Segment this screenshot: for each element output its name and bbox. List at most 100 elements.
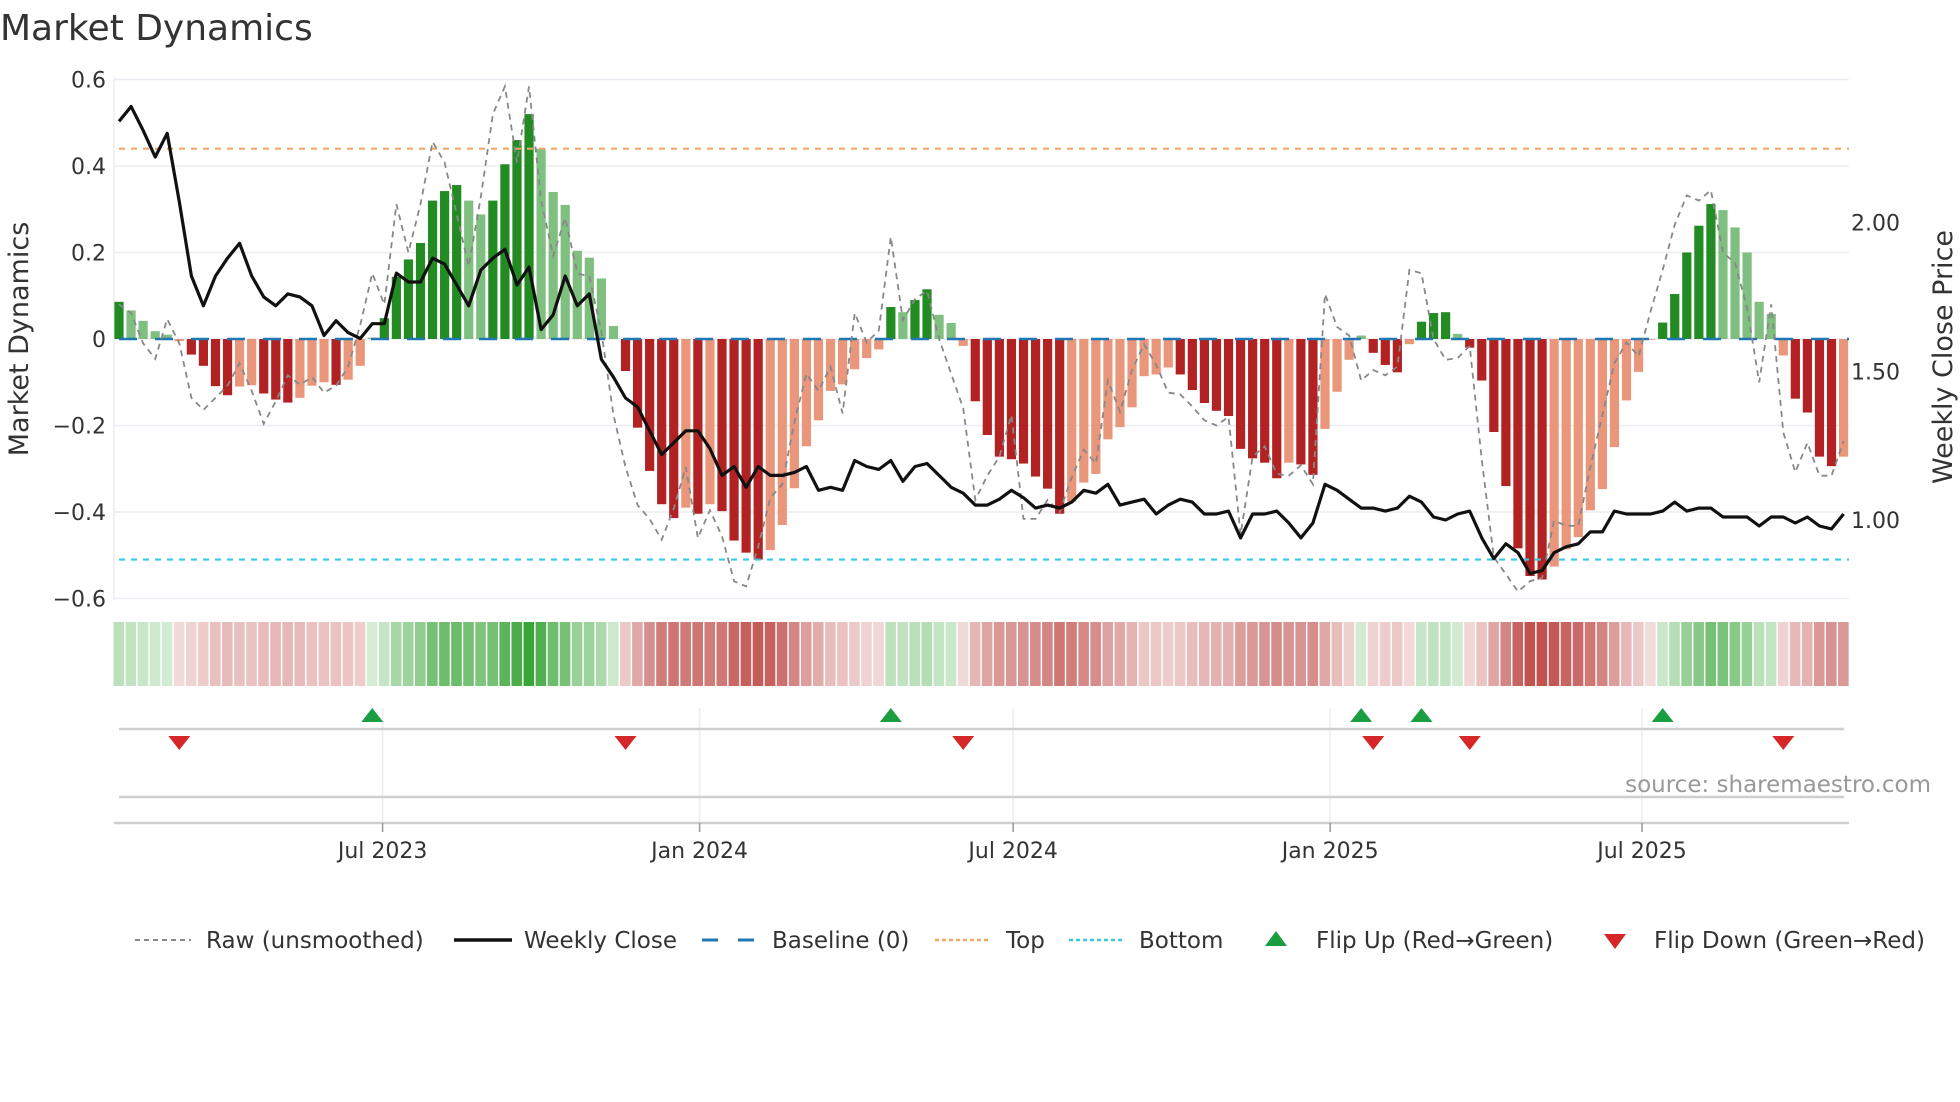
- heat-cell: [258, 622, 269, 686]
- flip-up-marker: [1651, 708, 1674, 722]
- heat-cell: [800, 622, 812, 686]
- heat-cell: [1777, 622, 1789, 686]
- heat-cell: [354, 622, 366, 686]
- heat-cell: [583, 622, 595, 686]
- bar: [1489, 339, 1499, 432]
- legend-flip-down-icon: [1604, 934, 1626, 949]
- heat-cell: [1440, 622, 1451, 686]
- heat-cell: [1174, 622, 1186, 686]
- heat-cell: [342, 622, 354, 686]
- bar: [1380, 339, 1390, 365]
- legend-label: Top: [1005, 928, 1045, 954]
- heat-cell: [366, 622, 378, 686]
- bar: [657, 339, 667, 505]
- bar: [1272, 339, 1282, 479]
- bar: [1235, 339, 1246, 449]
- heat-cell: [1186, 622, 1198, 686]
- bar: [801, 339, 812, 447]
- bar: [1260, 339, 1270, 463]
- heat-cell: [1150, 622, 1162, 686]
- bar: [1525, 339, 1535, 577]
- heat-cell: [1030, 622, 1041, 686]
- legend-item: Bottom: [1069, 928, 1223, 954]
- flip-up-marker: [361, 708, 384, 722]
- bar: [946, 322, 956, 339]
- heat-cell: [1126, 622, 1138, 686]
- heat-cell: [149, 622, 161, 686]
- heat-cell: [1271, 622, 1282, 686]
- legend-label: Weekly Close: [524, 928, 677, 954]
- heat-cell: [788, 622, 800, 686]
- heat-cell: [209, 622, 221, 686]
- legend-label: Bottom: [1139, 928, 1223, 954]
- bar: [403, 259, 414, 339]
- heat-cell: [1307, 622, 1319, 686]
- legend-label: Flip Up (Red→Green): [1316, 928, 1553, 954]
- heat-cell: [680, 622, 691, 686]
- x-tick-label: Jan 2024: [649, 839, 748, 864]
- heat-cell: [1621, 622, 1632, 686]
- bar: [1802, 339, 1812, 413]
- flip-up-marker: [879, 708, 902, 722]
- heat-cell: [439, 622, 450, 686]
- heat-cell: [1403, 622, 1415, 686]
- bar: [464, 200, 474, 339]
- x-tick-label: Jul 2023: [336, 839, 428, 864]
- bar: [1030, 339, 1041, 477]
- legend-flip-up-icon: [1265, 931, 1287, 946]
- heat-cell: [1657, 622, 1668, 686]
- heat-cell: [1355, 622, 1367, 686]
- bar: [1754, 301, 1764, 339]
- heat-cell: [571, 622, 583, 686]
- heat-cell: [1608, 622, 1620, 686]
- heat-cell: [1693, 622, 1704, 686]
- heat-cell: [1343, 622, 1355, 686]
- flip-down-marker: [1772, 736, 1795, 750]
- heat-cell: [1512, 622, 1524, 686]
- heat-cell: [451, 622, 462, 686]
- y-tick-label: −0.4: [53, 501, 106, 526]
- bars: [114, 114, 1849, 580]
- bar: [620, 339, 631, 372]
- heat-cell: [885, 622, 896, 686]
- bar: [1585, 339, 1595, 511]
- bar: [1609, 339, 1620, 448]
- bar: [295, 339, 305, 398]
- heat-cell: [837, 622, 848, 686]
- bar: [1187, 339, 1197, 391]
- heat-cell: [246, 622, 257, 686]
- heat-cell: [1283, 622, 1294, 686]
- x-tick-label: Jul 2024: [966, 839, 1058, 864]
- legend-item: Flip Up (Red→Green): [1265, 928, 1553, 954]
- bar: [1151, 339, 1161, 375]
- heat-cell: [234, 622, 245, 686]
- heat-cell: [197, 622, 209, 686]
- bar: [1284, 339, 1294, 463]
- bar: [1573, 339, 1583, 538]
- heat-cell: [1078, 622, 1089, 686]
- heat-cell: [185, 622, 197, 686]
- flip-down-marker: [168, 736, 191, 750]
- bar: [1223, 339, 1234, 416]
- heat-cell: [897, 622, 908, 686]
- bar: [1826, 339, 1837, 467]
- bar: [319, 339, 329, 383]
- heat-cell: [1801, 622, 1813, 686]
- bar: [874, 339, 884, 350]
- heat-cell: [1729, 622, 1741, 686]
- bar: [427, 200, 438, 339]
- bar: [512, 140, 522, 339]
- bar: [355, 339, 365, 366]
- flip-down-marker: [1458, 736, 1481, 750]
- bar: [1501, 339, 1511, 487]
- bar: [813, 339, 824, 421]
- heat-cell: [1560, 622, 1572, 686]
- heat-cell: [632, 622, 643, 686]
- heat-cell: [270, 622, 281, 686]
- bar: [1730, 227, 1740, 339]
- heat-strip: [113, 622, 1849, 686]
- y-axis-label: Market Dynamics: [4, 222, 35, 457]
- heat-cell: [1741, 622, 1753, 686]
- heat-cell: [1235, 622, 1246, 686]
- heat-cell: [1500, 622, 1511, 686]
